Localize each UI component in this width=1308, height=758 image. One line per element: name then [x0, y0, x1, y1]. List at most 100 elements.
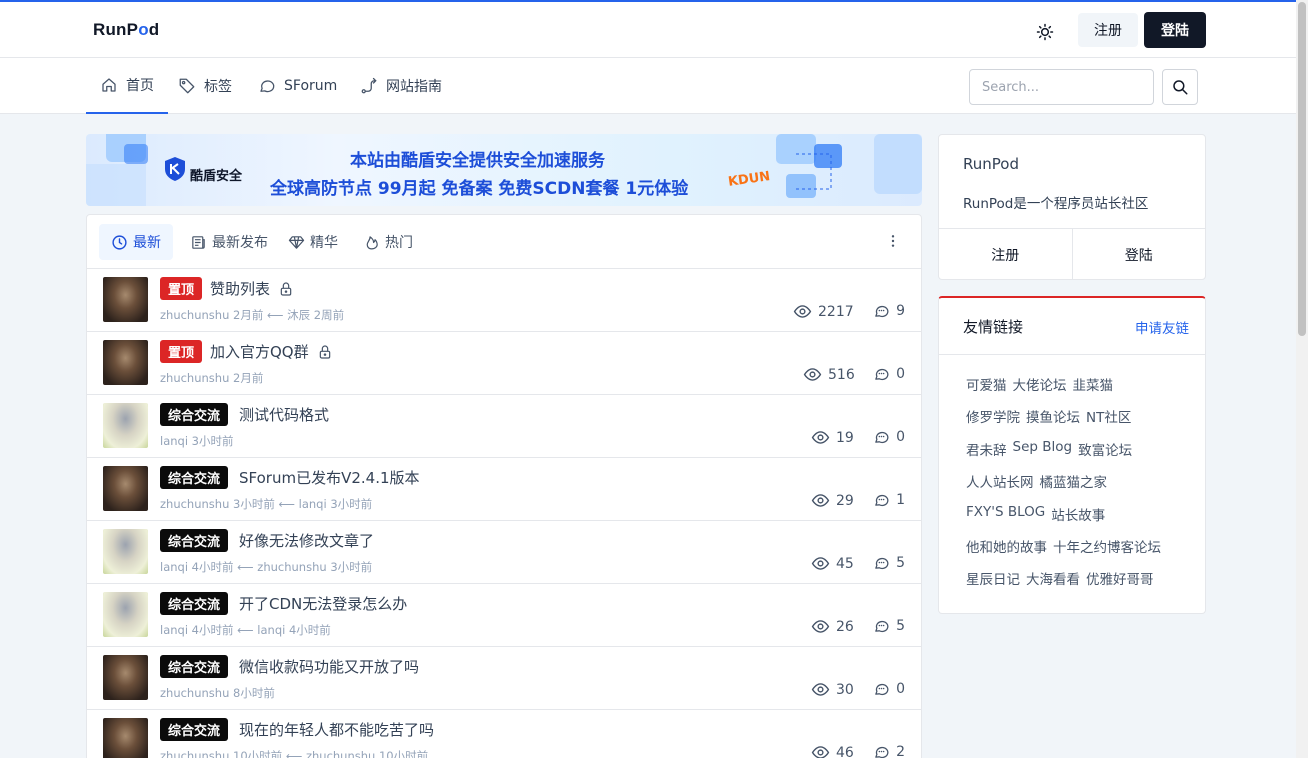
- friend-link[interactable]: 可爱猫: [966, 374, 1007, 406]
- comment-count-value: 5: [896, 617, 905, 634]
- topic-row[interactable]: 综合交流 好像无法修改文章了 lanqi 4小时前 ⟵ zhuchunshu 3小时…: [87, 521, 921, 584]
- view-count: 45: [811, 554, 854, 573]
- chat-bubble-icon: [260, 80, 275, 93]
- eye-icon: [811, 431, 830, 444]
- category-badge[interactable]: 置顶: [160, 340, 203, 363]
- more-options-icon[interactable]: [885, 233, 901, 249]
- login-button[interactable]: 登陆: [1144, 12, 1206, 48]
- topic-title-text[interactable]: 测试代码格式: [239, 404, 329, 425]
- topic-meta: lanqi 4小时前 ⟵ lanqi 4小时前: [160, 623, 331, 637]
- tab-label: 精华: [310, 235, 338, 251]
- site-logo[interactable]: RunPod: [93, 20, 159, 40]
- topic-title[interactable]: 测试代码格式: [239, 403, 329, 426]
- avatar[interactable]: [103, 592, 148, 637]
- topic-title-text[interactable]: 微信收款码功能又开放了吗: [239, 656, 419, 677]
- apply-friend-link[interactable]: 申请友链: [1135, 317, 1189, 337]
- sidebar-login-button[interactable]: 登陆: [1073, 229, 1206, 280]
- topic-title[interactable]: 开了CDN无法登录怎么办: [239, 592, 407, 615]
- topic-row[interactable]: 综合交流 现在的年轻人都不能吃苦了吗 zhuchunshu 10小时前 ⟵ zhuc…: [87, 710, 921, 758]
- nav-item-guide[interactable]: 网站指南: [360, 58, 442, 114]
- category-badge[interactable]: 综合交流: [160, 592, 229, 615]
- category-badge[interactable]: 综合交流: [160, 655, 229, 678]
- friend-link[interactable]: Sep Blog: [1013, 439, 1073, 471]
- friend-link[interactable]: 十年之约博客论坛: [1053, 536, 1161, 568]
- category-badge[interactable]: 综合交流: [160, 529, 229, 552]
- nav-item-tags[interactable]: 标签: [178, 58, 232, 114]
- view-count: 26: [811, 617, 854, 636]
- friend-link[interactable]: 韭菜猫: [1073, 374, 1114, 406]
- friend-link[interactable]: 君未辞: [966, 439, 1007, 471]
- diamond-icon: [288, 235, 305, 249]
- view-count-value: 30: [836, 681, 854, 698]
- tag-icon: [179, 78, 195, 94]
- tab-label: 最新: [133, 235, 161, 251]
- category-badge[interactable]: 置顶: [160, 277, 203, 300]
- topic-title-text[interactable]: 开了CDN无法登录怎么办: [239, 593, 407, 614]
- search-input[interactable]: [969, 69, 1154, 105]
- friend-link[interactable]: FXY'S BLOG: [966, 504, 1045, 536]
- friend-link-row: 修罗学院 摸鱼论坛 NT社区: [966, 406, 1196, 438]
- topic-title[interactable]: 微信收款码功能又开放了吗: [239, 655, 419, 678]
- topic-title-text[interactable]: 赞助列表: [210, 278, 270, 299]
- nav-item-home[interactable]: 首页: [86, 58, 168, 114]
- register-button[interactable]: 注册: [1078, 13, 1138, 47]
- topic-row[interactable]: 综合交流 开了CDN无法登录怎么办 lanqi 4小时前 ⟵ lanqi 4小时前 2…: [87, 584, 921, 647]
- topic-title[interactable]: SForum已发布V2.4.1版本: [239, 466, 420, 489]
- nav-item-sforum[interactable]: SForum: [258, 58, 337, 114]
- theme-toggle-sun-icon[interactable]: [1035, 22, 1055, 42]
- topic-title[interactable]: 加入官方QQ群: [210, 340, 333, 363]
- comment-icon: [875, 368, 889, 381]
- topic-row[interactable]: 置顶 加入官方QQ群 zhuchunshu 2月前 516 0: [87, 332, 921, 395]
- banner-brand: 酷盾安全: [190, 169, 243, 184]
- avatar[interactable]: [103, 403, 148, 448]
- friend-link[interactable]: 修罗学院: [966, 406, 1020, 438]
- avatar[interactable]: [103, 529, 148, 574]
- scrollbar-thumb[interactable]: [1298, 2, 1306, 336]
- avatar[interactable]: [103, 466, 148, 511]
- friend-link[interactable]: 他和她的故事: [966, 536, 1047, 568]
- friend-link[interactable]: 致富论坛: [1078, 439, 1132, 471]
- topic-title[interactable]: 好像无法修改文章了: [239, 529, 374, 552]
- avatar[interactable]: [103, 277, 148, 322]
- friend-link[interactable]: 优雅好哥哥: [1086, 568, 1154, 600]
- friend-link[interactable]: 大佬论坛: [1013, 374, 1067, 406]
- friend-link[interactable]: 站长故事: [1051, 504, 1105, 536]
- friend-link[interactable]: 大海看看: [1026, 568, 1080, 600]
- tab-newest-published[interactable]: 最新发布: [178, 224, 280, 260]
- topic-title-text[interactable]: SForum已发布V2.4.1版本: [239, 467, 420, 488]
- category-badge[interactable]: 综合交流: [160, 718, 229, 741]
- view-count-value: 29: [836, 492, 854, 509]
- tab-latest[interactable]: 最新: [99, 224, 173, 260]
- tab-hot[interactable]: 热门: [351, 224, 425, 260]
- friend-link-row: 他和她的故事 十年之约博客论坛: [966, 536, 1196, 568]
- avatar[interactable]: [103, 655, 148, 700]
- friend-link[interactable]: 摸鱼论坛: [1026, 406, 1080, 438]
- friend-link[interactable]: NT社区: [1086, 406, 1131, 438]
- topic-title-text[interactable]: 加入官方QQ群: [210, 341, 309, 362]
- friend-link[interactable]: 星辰日记: [966, 568, 1020, 600]
- friend-link[interactable]: 橘蓝猫之家: [1040, 471, 1108, 503]
- topic-row[interactable]: 综合交流 SForum已发布V2.4.1版本 zhuchunshu 3小时前 ⟵ l…: [87, 458, 921, 521]
- topic-title[interactable]: 赞助列表: [210, 277, 294, 300]
- scrollbar[interactable]: [1296, 0, 1308, 758]
- friend-links-header: 友情链接 申请友链: [939, 298, 1205, 355]
- avatar[interactable]: [103, 340, 148, 385]
- comment-count-value: 9: [896, 302, 905, 319]
- topic-row[interactable]: 置顶 赞助列表 zhuchunshu 2月前 ⟵ 沐辰 2周前 2217 9: [87, 269, 921, 332]
- avatar[interactable]: [103, 718, 148, 758]
- search-button[interactable]: [1162, 69, 1198, 105]
- friend-links-card: 友情链接 申请友链 可爱猫 大佬论坛 韭菜猫 修罗学院 摸鱼论坛 NT社区 君未辞 Sep B…: [938, 296, 1206, 614]
- tab-featured[interactable]: 精华: [276, 224, 350, 260]
- topic-title-text[interactable]: 现在的年轻人都不能吃苦了吗: [239, 719, 434, 740]
- topic-title-text[interactable]: 好像无法修改文章了: [239, 530, 374, 551]
- topic-row[interactable]: 综合交流 微信收款码功能又开放了吗 zhuchunshu 8小时前 30 0: [87, 647, 921, 710]
- topic-row[interactable]: 综合交流 测试代码格式 lanqi 3小时前 19 0: [87, 395, 921, 458]
- friend-link[interactable]: 人人站长网: [966, 471, 1034, 503]
- topic-title[interactable]: 现在的年轻人都不能吃苦了吗: [239, 718, 434, 741]
- sidebar-register-button[interactable]: 注册: [939, 229, 1073, 280]
- category-badge[interactable]: 综合交流: [160, 403, 229, 426]
- ad-banner[interactable]: 酷盾安全 本站由酷盾安全提供安全加速服务 全球高防节点 99月起 免备案 免费S…: [86, 134, 922, 206]
- lock-icon: [319, 344, 330, 359]
- category-badge[interactable]: 综合交流: [160, 466, 229, 489]
- comment-count-value: 5: [896, 554, 905, 571]
